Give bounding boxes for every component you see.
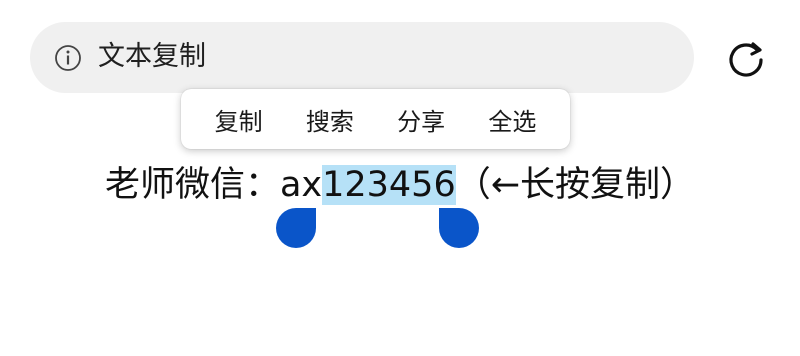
content-text-line[interactable]: 老师微信：ax123456（←长按复制）: [0, 158, 800, 212]
menu-item-select-all[interactable]: 全选: [478, 94, 546, 145]
page: 文本复制 复制 搜索 分享 全选 老师微信：ax123456（←长按复制）: [0, 0, 800, 356]
info-circle-icon[interactable]: [54, 44, 82, 72]
content-suffix-text[interactable]: （←长按复制）: [456, 165, 695, 205]
selected-text[interactable]: 123456: [322, 165, 456, 205]
refresh-icon[interactable]: [722, 36, 770, 84]
content-prefix-text[interactable]: 老师微信：ax: [105, 165, 322, 205]
menu-item-search[interactable]: 搜索: [296, 94, 364, 145]
menu-item-copy[interactable]: 复制: [205, 94, 273, 145]
text-selection-context-menu: 复制 搜索 分享 全选: [181, 89, 570, 149]
address-text[interactable]: 文本复制: [98, 37, 206, 77]
selection-end-handle[interactable]: [439, 208, 479, 248]
selection-start-handle[interactable]: [276, 208, 316, 248]
menu-item-share[interactable]: 分享: [387, 94, 455, 145]
